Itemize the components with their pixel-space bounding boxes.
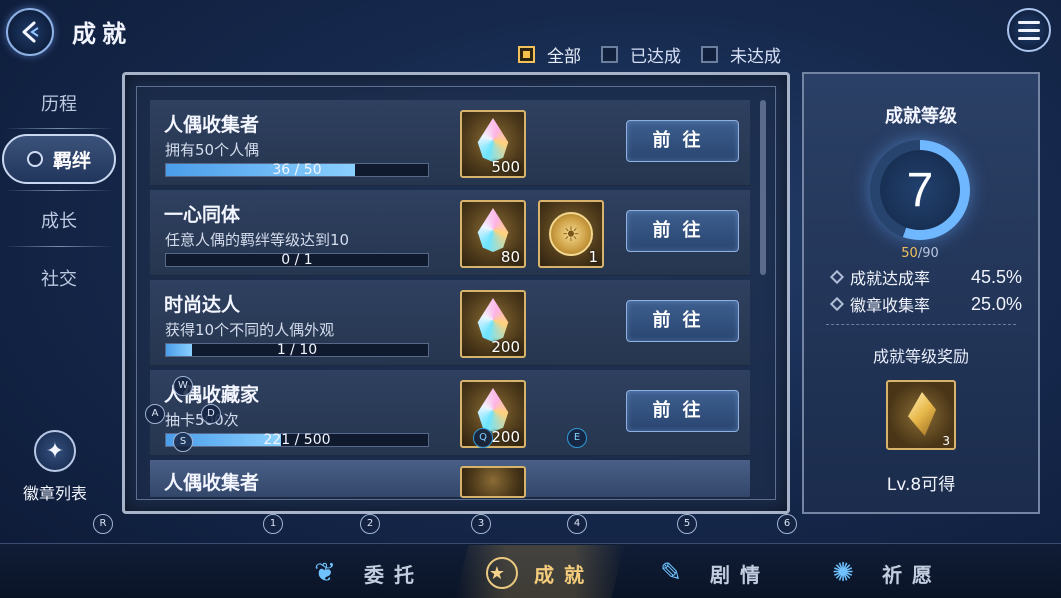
level-reward-unlock: Lv.8可得 — [886, 475, 956, 495]
completion-rate: 成就达成率 45.5% — [829, 265, 1022, 289]
key-hint-3: 3 — [471, 514, 491, 534]
progress-bar: 1 / 10 — [165, 342, 429, 358]
checkbox-icon — [601, 46, 618, 63]
badge-list-button[interactable]: ✦ 徽章列表 — [12, 430, 98, 504]
key-hint-s: S — [173, 432, 193, 452]
key-hint-a: A — [145, 404, 165, 424]
back-button[interactable] — [6, 8, 54, 56]
tab-commission[interactable]: ❦ 委托 — [312, 548, 424, 598]
reward-item[interactable]: 200 — [460, 380, 526, 448]
progress-text: 0 / 1 — [281, 252, 313, 268]
achievement-title: 时尚达人 — [164, 294, 241, 316]
diamond-icon — [829, 296, 845, 312]
achievement-card: 一心同体 任意人偶的羁绊等级达到10 0 / 1 80 ☀ 1 前往 — [150, 190, 750, 276]
go-button[interactable]: 前往 — [626, 120, 739, 162]
achievement-desc: 获得10个不同的人偶外观 — [165, 321, 335, 339]
progress-bar: 36 / 50 — [165, 162, 429, 178]
page-title: 成就 — [72, 20, 132, 48]
key-hint-2: 2 — [360, 514, 380, 534]
nav-active-icon — [26, 151, 43, 167]
menu-icon — [1018, 20, 1040, 24]
filter-completed[interactable]: 已达成 — [601, 42, 681, 67]
filter-incomplete[interactable]: 未达成 — [701, 42, 781, 67]
key-hint-q: Q — [473, 428, 493, 448]
key-hint-5: 5 — [677, 514, 697, 534]
rainbow-gem-icon — [477, 298, 509, 342]
key-hint-6: 6 — [777, 514, 797, 534]
gold-crystal-icon — [908, 392, 936, 436]
star-burst-icon: ✺ — [832, 558, 864, 588]
achievement-desc: 拥有50个人偶 — [165, 141, 260, 159]
achievement-title: 人偶收集者 — [164, 114, 260, 136]
achievement-card: 时尚达人 获得10个不同的人偶外观 1 / 10 200 前往 — [150, 280, 750, 366]
reward-item[interactable]: ☀ 1 — [538, 200, 604, 268]
key-hint-r: R — [93, 514, 113, 534]
scrollbar[interactable] — [760, 100, 766, 275]
nav-divider — [4, 190, 114, 191]
rainbow-gem-icon — [477, 118, 509, 162]
level-exp: 50/90 — [901, 246, 939, 261]
key-hint-e: E — [567, 428, 587, 448]
level-reward-title: 成就等级奖励 — [872, 347, 969, 366]
achievement-title: 一心同体 — [164, 204, 241, 226]
medal-icon: ★ — [486, 557, 518, 589]
achievement-card: 人偶收集者 拥有50个人偶 36 / 50 500 前往 — [150, 100, 750, 186]
reward-item[interactable]: 500 — [460, 110, 526, 178]
quill-icon: ✎ — [660, 558, 692, 588]
level-title: 成就等级 — [885, 106, 957, 127]
checkbox-icon — [701, 46, 718, 63]
reward-item[interactable] — [460, 466, 526, 498]
panel-divider — [826, 324, 1016, 325]
nav-item-history[interactable]: 历程 — [0, 90, 118, 116]
achievement-card-partial: 人偶收集者 — [150, 460, 750, 498]
progress-bar: 221 / 500 — [165, 432, 429, 448]
reward-item[interactable]: 200 — [460, 290, 526, 358]
filter-all[interactable]: 全部 — [518, 42, 581, 67]
rainbow-gem-icon — [477, 208, 509, 252]
nav-divider — [4, 246, 114, 247]
feather-icon: ❦ — [314, 558, 346, 588]
tab-story[interactable]: ✎ 剧情 — [658, 548, 770, 598]
level-number: 7 — [880, 150, 960, 230]
progress-text: 36 / 50 — [272, 162, 322, 178]
achievement-title: 人偶收集者 — [164, 472, 260, 494]
key-hint-w: W — [173, 376, 193, 396]
nav-item-growth[interactable]: 成长 — [0, 207, 118, 233]
badge-collection-rate: 徽章收集率 25.0% — [829, 292, 1022, 316]
progress-text: 1 / 10 — [276, 342, 318, 358]
go-button[interactable]: 前往 — [626, 390, 739, 432]
progress-bar: 0 / 1 — [165, 252, 429, 268]
achievement-desc: 任意人偶的羁绊等级达到10 — [165, 231, 350, 249]
level-reward-item[interactable]: 3 — [886, 380, 956, 450]
nav-item-social[interactable]: 社交 — [0, 265, 118, 291]
progress-text: 221 / 500 — [263, 432, 331, 448]
badge-star-icon: ✦ — [34, 430, 76, 472]
achievement-card: 人偶收藏家 抽卡500次 221 / 500 200 前往 — [150, 370, 750, 456]
key-hint-1: 1 — [263, 514, 283, 534]
rainbow-gem-icon — [477, 388, 509, 432]
gold-coin-icon: ☀ — [549, 212, 593, 256]
tab-wish[interactable]: ✺ 祈愿 — [830, 548, 942, 598]
tab-achievement[interactable]: ★ 成就 — [486, 548, 594, 598]
nav-item-bond[interactable]: 羁绊 — [2, 134, 116, 184]
reward-item[interactable]: 80 — [460, 200, 526, 268]
back-arrow-icon — [22, 21, 39, 43]
key-hint-d: D — [201, 404, 221, 424]
filter-group: 全部 已达成 未达成 — [518, 42, 781, 67]
menu-button[interactable] — [1007, 8, 1051, 52]
key-hint-4: 4 — [567, 514, 587, 534]
nav-divider — [4, 128, 114, 129]
go-button[interactable]: 前往 — [626, 300, 739, 342]
diamond-icon — [829, 269, 845, 285]
checkbox-checked-icon — [518, 46, 535, 63]
go-button[interactable]: 前往 — [626, 210, 739, 252]
